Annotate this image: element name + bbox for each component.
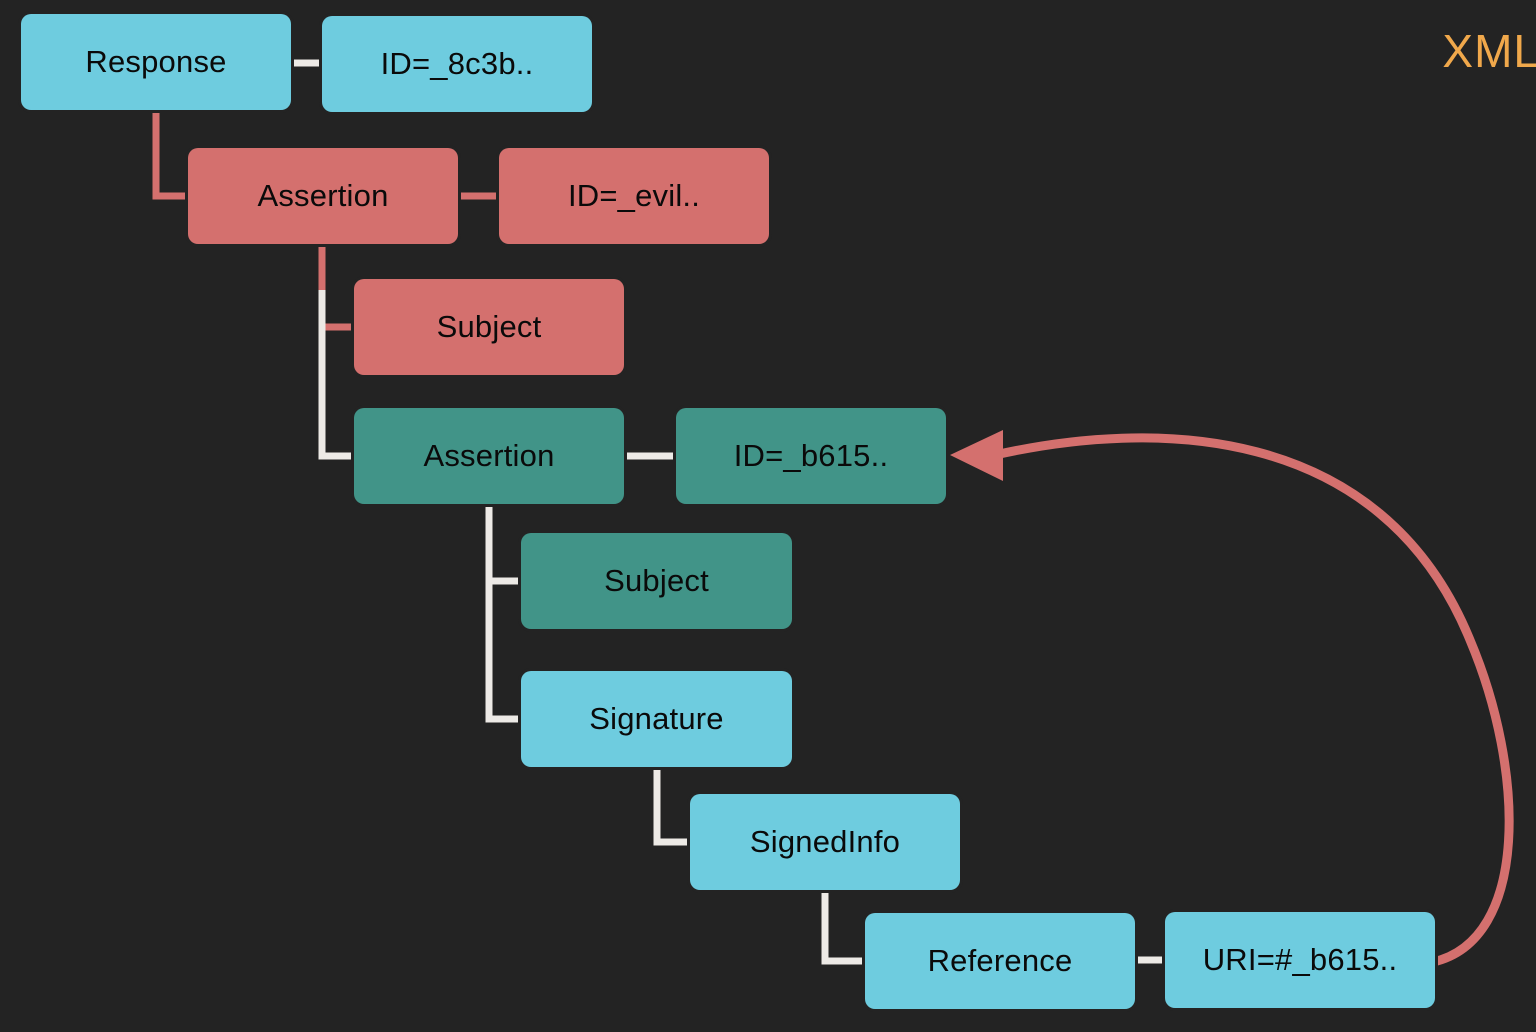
node-label: Subject <box>436 309 542 344</box>
node-signed-info[interactable]: SignedInfo <box>690 794 960 890</box>
node-label: Assertion <box>257 178 389 213</box>
node-evil-id[interactable]: ID=_evil.. <box>499 148 769 244</box>
edge-trunk-to-assertion-good <box>318 290 354 460</box>
node-subject-evil[interactable]: Subject <box>354 279 624 375</box>
edge-signature-to-signed-info <box>653 767 690 846</box>
node-assertion-evil[interactable]: Assertion <box>188 148 458 244</box>
edge-response-to-assertion-evil <box>152 110 188 200</box>
node-label: Reference <box>927 943 1073 978</box>
edge-assertion-good-to-subject-good <box>485 504 521 585</box>
edge-signed-info-to-reference <box>821 890 865 965</box>
edge-assertion-good-to-signature <box>485 581 521 723</box>
node-subject-good[interactable]: Subject <box>521 533 792 629</box>
node-reference[interactable]: Reference <box>865 913 1135 1009</box>
node-label: Signature <box>589 701 724 736</box>
node-good-id[interactable]: ID=_b615.. <box>676 408 946 504</box>
node-label: ID=_b615.. <box>733 438 889 473</box>
node-label: ID=_8c3b.. <box>380 46 534 81</box>
edge-assertion-evil-to-subject-evil <box>318 244 354 331</box>
node-response[interactable]: Response <box>21 14 291 110</box>
xml-tree-diagram: Response ID=_8c3b.. Assertion ID=_evil..… <box>0 0 1536 1032</box>
node-label: Response <box>85 44 227 79</box>
node-response-id[interactable]: ID=_8c3b.. <box>322 16 592 112</box>
node-label: Assertion <box>423 438 555 473</box>
node-label: SignedInfo <box>749 824 901 859</box>
node-assertion-good[interactable]: Assertion <box>354 408 624 504</box>
node-signature[interactable]: Signature <box>521 671 792 767</box>
xml-watermark-label: XML <box>1442 25 1536 77</box>
node-label: URI=#_b615.. <box>1202 942 1398 977</box>
reference-arrowhead-icon <box>950 430 1003 481</box>
node-label: Subject <box>604 563 709 598</box>
node-label: ID=_evil.. <box>567 178 701 213</box>
edge-reference-uri-to-good-id-curve <box>990 433 1514 967</box>
node-reference-uri[interactable]: URI=#_b615.. <box>1165 912 1435 1008</box>
